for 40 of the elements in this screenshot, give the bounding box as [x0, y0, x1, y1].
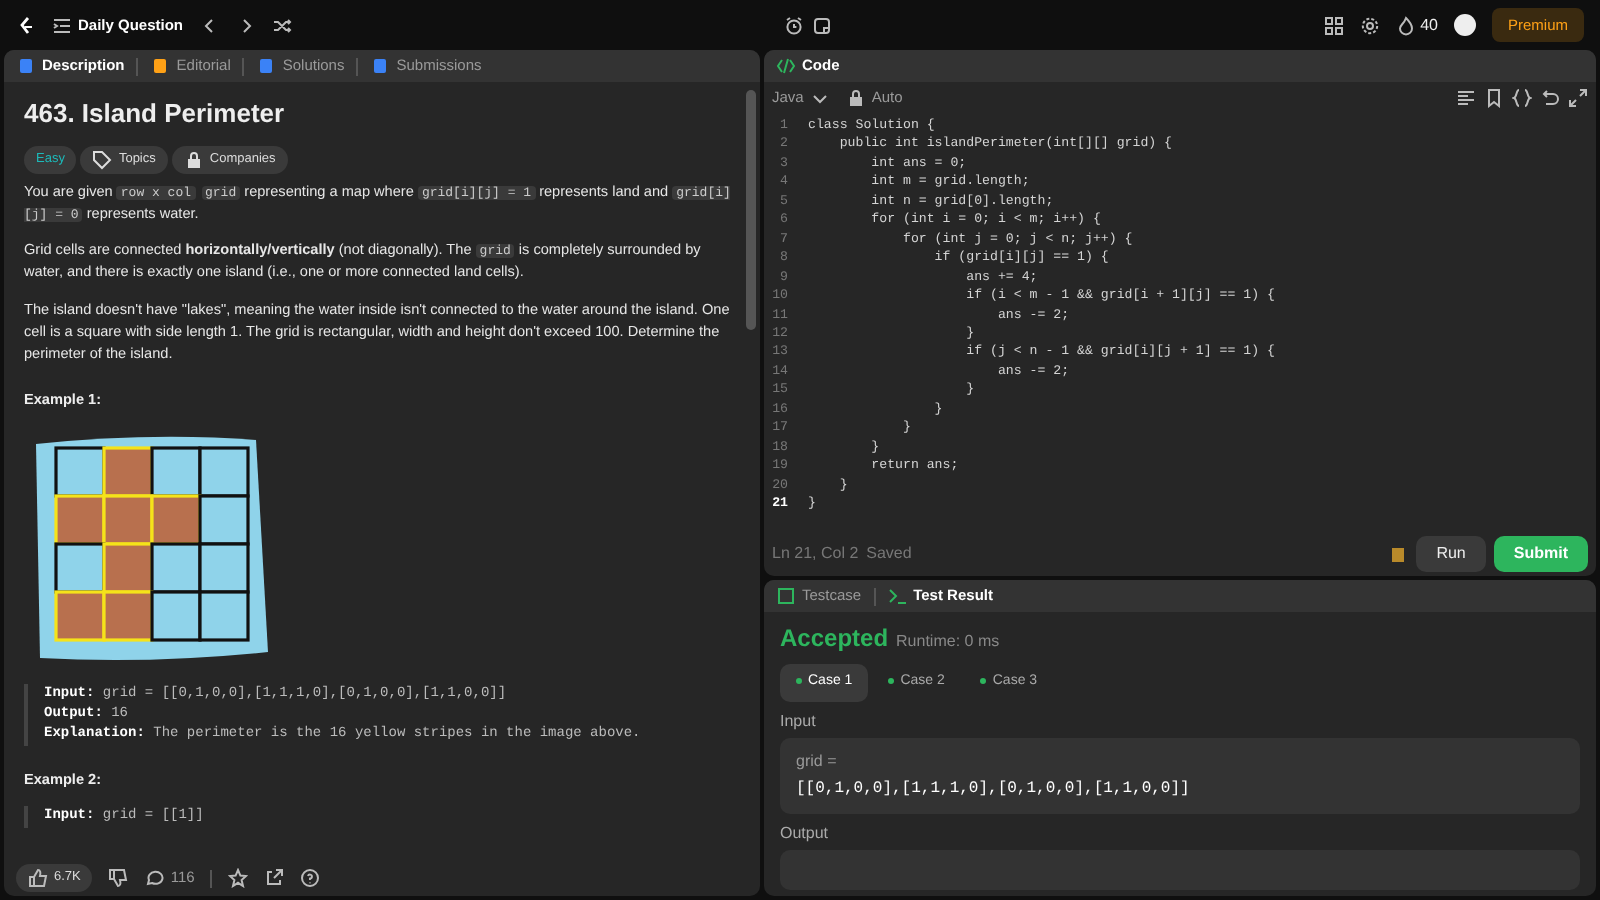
tag-icon [92, 149, 113, 170]
comment-icon [144, 868, 165, 888]
thumbs-up-icon [28, 868, 48, 888]
tab-icon [370, 56, 391, 76]
streak-count: 40 [1420, 13, 1438, 37]
output-label: Output [780, 821, 831, 845]
verdict: Accepted [780, 622, 889, 656]
checkbox-icon [776, 586, 796, 606]
save-status: Saved [866, 542, 912, 566]
code-icon [776, 56, 796, 76]
bookmark-icon[interactable] [1484, 87, 1504, 107]
share-icon[interactable] [264, 868, 285, 888]
thumbs-down-icon[interactable] [108, 868, 129, 888]
alarm-clock-icon[interactable] [783, 15, 804, 35]
format-icon[interactable] [1456, 87, 1476, 107]
expand-icon[interactable] [1568, 87, 1588, 107]
undo-icon[interactable] [1540, 87, 1560, 107]
shuffle-icon[interactable] [271, 15, 292, 35]
layout-icon[interactable] [1324, 15, 1345, 35]
star-icon[interactable] [228, 868, 249, 888]
tab-icon [16, 56, 36, 76]
avatar[interactable] [1453, 14, 1476, 36]
braces-icon[interactable] [1512, 87, 1532, 107]
note-icon[interactable] [811, 15, 832, 35]
terminal-icon [887, 586, 908, 606]
problem-title: 463. Island Perimeter [24, 98, 287, 130]
tab-icon [256, 56, 277, 76]
cursor-position: Ln 21, Col 2 [772, 542, 859, 566]
variable-name: grid = [796, 749, 839, 773]
settings-icon[interactable] [1360, 15, 1381, 35]
input-label: Input [780, 709, 818, 733]
run-button[interactable]: Run [1416, 536, 1486, 572]
lock-icon [845, 87, 866, 107]
list-icon [52, 15, 72, 35]
lock-icon [183, 149, 204, 170]
flame-icon [1396, 15, 1417, 35]
tab-icon [150, 56, 171, 76]
runtime: Runtime: 0 ms [896, 630, 1000, 654]
input-value: [[0,1,0,0],[1,1,1,0],[0,1,0,0],[1,1,0,0]] [796, 777, 1192, 801]
help-icon[interactable] [300, 868, 321, 888]
